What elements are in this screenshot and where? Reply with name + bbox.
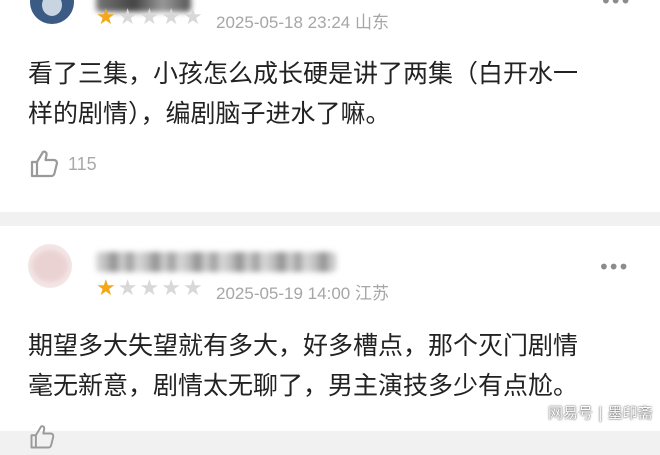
username-blurred[interactable] bbox=[96, 252, 336, 272]
comment-meta: 2025-05-19 14:00 江苏 bbox=[216, 279, 389, 304]
watermark: 网易号 | 墨印斋 bbox=[548, 404, 653, 422]
comment-text-line: 看了三集，小孩怎么成长硬是讲了两集（白开水一 bbox=[28, 59, 579, 88]
star-icon: ★ bbox=[182, 5, 203, 30]
more-horizontal-icon[interactable]: ••• bbox=[600, 0, 631, 11]
more-horizontal-icon[interactable]: ••• bbox=[598, 257, 629, 277]
like-button[interactable] bbox=[28, 423, 56, 455]
comment-text: 看了三集，小孩怎么成长硬是讲了两集（白开水一 样的剧情），编剧脑子进水了嘛。 bbox=[28, 54, 640, 134]
comment-text: 期望多大失望就有多大，好多槽点，那个灭门剧情 毫无新意，剧情太无聊了，男主演技多… bbox=[28, 326, 640, 406]
comment-text-line: 期望多大失望就有多大，好多槽点，那个灭门剧情 bbox=[28, 331, 579, 360]
avatar[interactable] bbox=[28, 244, 72, 288]
avatar[interactable] bbox=[30, 0, 74, 24]
thumbs-up-icon bbox=[30, 150, 59, 178]
thumbs-up-icon bbox=[30, 425, 55, 449]
comment-location: 山东 bbox=[354, 13, 389, 32]
comment-card: ★ ★ ★ ★ ★ 2025-05-19 14:00 江苏 ••• 期望多大失望… bbox=[0, 226, 660, 449]
comment-location: 江苏 bbox=[354, 284, 389, 303]
star-icon: ★ bbox=[117, 5, 138, 30]
comment-date: 2025-05-18 23:24 bbox=[216, 13, 351, 32]
comment-meta: 2025-05-18 23:24 山东 bbox=[216, 8, 389, 33]
comment-text-line: 样的剧情），编剧脑子进水了嘛。 bbox=[28, 99, 391, 128]
star-rating: ★ ★ ★ ★ ★ bbox=[96, 278, 203, 300]
star-icon: ★ bbox=[161, 276, 181, 301]
like-button[interactable]: 115 bbox=[28, 148, 97, 180]
star-icon: ★ bbox=[139, 276, 160, 301]
comment-card: ★ ★ ★ ★ ★ 2025-05-18 23:24 山东 ••• 看了三集，小… bbox=[0, 0, 660, 212]
star-icon: ★ bbox=[182, 276, 203, 301]
star-icon: ★ bbox=[96, 276, 116, 301]
comment-text-line: 毫无新意，剧情太无聊了，男主演技多少有点尬。 bbox=[28, 371, 579, 400]
star-icon: ★ bbox=[117, 276, 138, 301]
star-rating: ★ ★ ★ ★ ★ bbox=[96, 7, 203, 29]
star-icon: ★ bbox=[139, 5, 160, 30]
comment-date: 2025-05-19 14:00 bbox=[216, 284, 351, 303]
star-icon: ★ bbox=[161, 5, 181, 30]
star-icon: ★ bbox=[96, 5, 116, 30]
like-count: 115 bbox=[68, 153, 97, 174]
